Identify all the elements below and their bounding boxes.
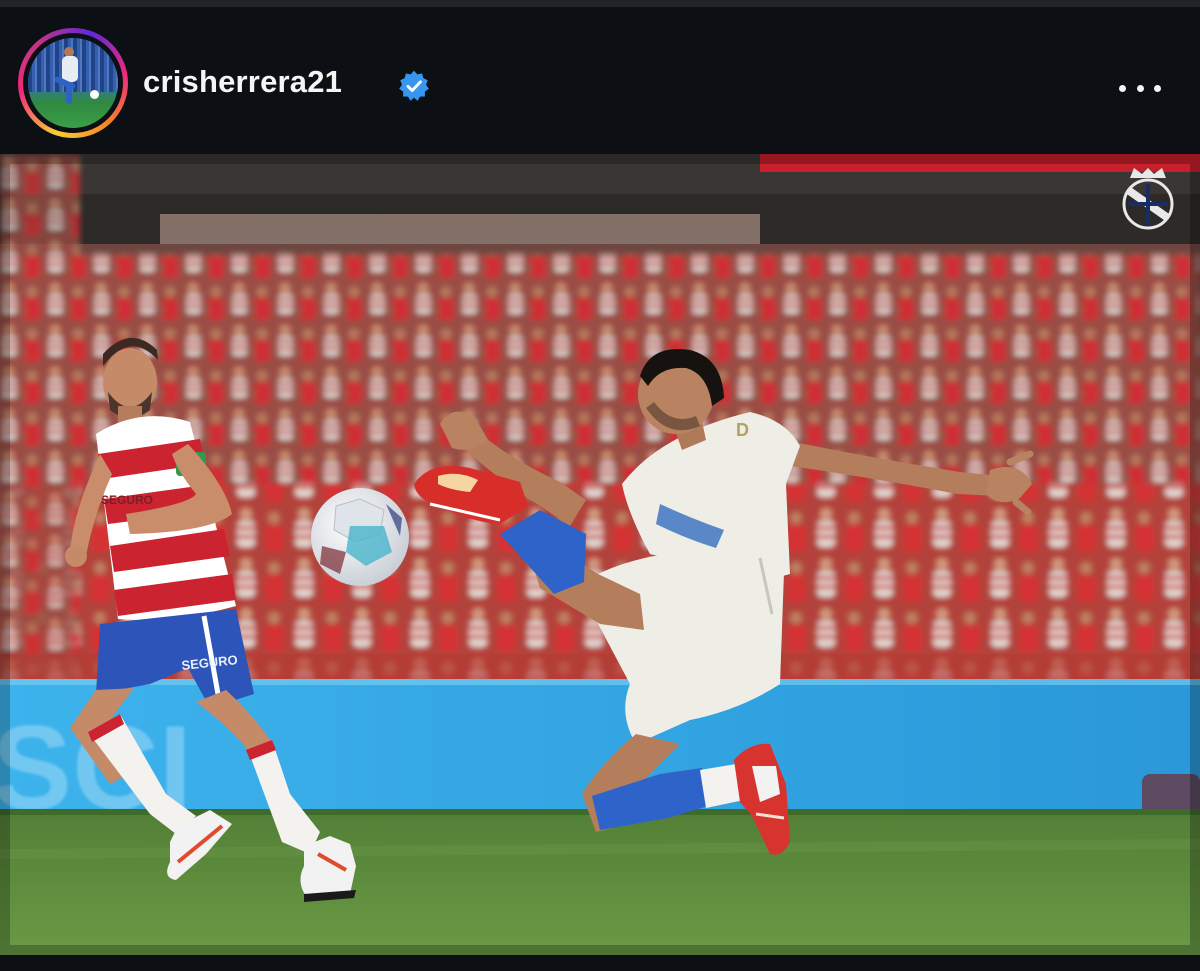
instagram-post-view: crisherrera21 SCI SEGURO SEGURO D — [0, 0, 1200, 971]
verified-badge-icon — [399, 70, 429, 101]
username-link[interactable]: crisherrera21 — [143, 65, 342, 99]
more-options-button[interactable] — [1116, 73, 1164, 103]
soccer-ball — [311, 488, 409, 586]
post-footer-edge — [0, 955, 1200, 971]
status-strip — [0, 0, 1200, 7]
sponsor-text: SEGURO — [101, 493, 153, 507]
more-horizontal-icon — [1119, 84, 1126, 92]
post-photo[interactable]: SCI SEGURO SEGURO D — [0, 154, 1200, 955]
story-ring-avatar[interactable] — [18, 28, 128, 138]
post-header: crisherrera21 — [0, 7, 1200, 154]
avatar — [28, 38, 118, 128]
match-photo: SCI SEGURO SEGURO D — [0, 154, 1200, 955]
shirt-sponsor-text: D — [736, 420, 749, 440]
